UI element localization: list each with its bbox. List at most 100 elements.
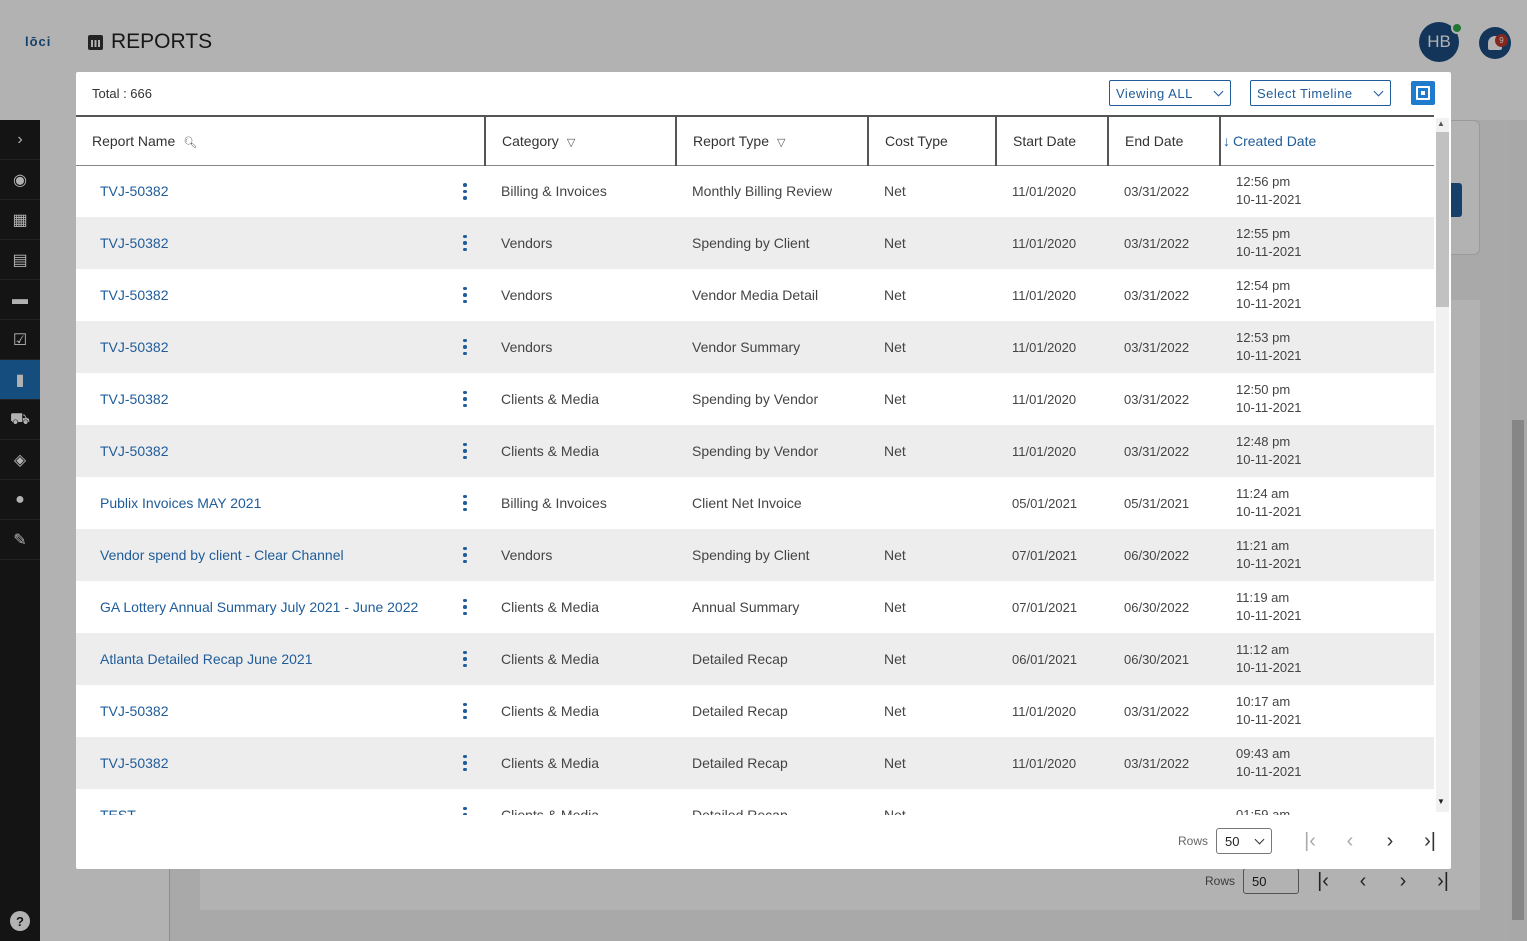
created-time: 11:21 am (1236, 538, 1290, 553)
collapse-fullscreen-button[interactable] (1411, 81, 1435, 105)
created-time: 11:12 am (1236, 642, 1290, 657)
table-scrollbar-thumb[interactable] (1436, 132, 1449, 307)
scroll-down-arrow-icon[interactable]: ▼ (1437, 797, 1445, 806)
chevron-down-icon (1254, 834, 1265, 844)
created-date: 10-11-2021 (1236, 712, 1302, 727)
report-type-cell: Spending by Client (676, 529, 868, 581)
end-date-cell: 03/31/2022 (1108, 217, 1220, 269)
filter-icon[interactable]: ▽ (777, 136, 785, 149)
first-page-button[interactable]: |‹ (1290, 828, 1330, 854)
prev-page-button[interactable]: ‹ (1330, 828, 1370, 854)
report-name-link[interactable]: TVJ-50382 (100, 755, 168, 771)
report-type-cell: Client Net Invoice (692, 495, 802, 511)
cost-type-cell: Net (868, 633, 996, 685)
more-options-icon[interactable] (455, 545, 475, 565)
more-options-icon[interactable] (455, 337, 475, 357)
more-options-icon[interactable] (455, 441, 475, 461)
column-end-date[interactable]: End Date (1108, 117, 1221, 166)
created-time: 10:17 am (1236, 694, 1291, 709)
report-name-link[interactable]: TVJ-50382 (100, 287, 168, 303)
filter-icon[interactable]: ▽ (567, 136, 575, 149)
more-options-icon[interactable] (455, 285, 475, 305)
more-options-icon[interactable] (455, 389, 475, 409)
created-date-cell: 11:24 am 10-11-2021 (1220, 477, 1434, 529)
more-options-icon[interactable] (455, 805, 475, 815)
report-name-link[interactable]: Atlanta Detailed Recap June 2021 (100, 651, 312, 667)
report-name-link[interactable]: Vendor spend by client - Clear Channel (100, 547, 344, 563)
more-options-icon[interactable] (455, 233, 475, 253)
end-date-cell: 06/30/2021 (1108, 633, 1220, 685)
start-date-cell: 11/01/2020 (1012, 391, 1077, 407)
more-options-icon[interactable] (455, 701, 475, 721)
start-date-cell: 07/01/2021 (996, 529, 1108, 581)
more-options-icon[interactable] (455, 597, 475, 617)
report-name-link[interactable]: TVJ-50382 (100, 339, 168, 355)
category-cell: Billing & Invoices (501, 495, 607, 511)
created-date: 10-11-2021 (1236, 608, 1302, 623)
search-icon[interactable]: 🔍︎ (183, 136, 197, 149)
created-time: 12:53 pm (1236, 330, 1291, 345)
start-date-cell: 11/01/2020 (996, 737, 1108, 789)
created-date-cell: 12:53 pm 10-11-2021 (1220, 321, 1434, 373)
report-name-cell: TVJ-50382 (76, 425, 485, 477)
scroll-up-arrow-icon[interactable]: ▲ (1437, 119, 1445, 128)
end-date-cell: 03/31/2022 (1124, 183, 1190, 199)
column-report-name[interactable]: Report Name 🔍︎ (76, 117, 486, 166)
report-name-link[interactable]: TVJ-50382 (100, 235, 168, 251)
cost-type-cell: Net (868, 217, 996, 269)
created-date: 10-11-2021 (1236, 452, 1302, 467)
category-cell: Clients & Media (485, 425, 676, 477)
column-report-type[interactable]: Report Type ▽ (676, 117, 869, 166)
chevron-down-icon (1213, 86, 1224, 96)
table-row: TVJ-50382 Vendors Vendor Summary Net 11/01/2… (76, 321, 1434, 373)
cost-type-cell: Net (884, 703, 906, 719)
table-row: GA Lottery Annual Summary July 2021 - Ju… (76, 581, 1434, 633)
table-row: TVJ-50382 Vendors Vendor Media Detail Net 11… (76, 269, 1434, 321)
report-name-link[interactable]: TVJ-50382 (100, 703, 168, 719)
table-row: TVJ-50382 Clients & Media Detailed Recap Ne… (76, 685, 1434, 737)
report-name-cell: TVJ-50382 (76, 737, 485, 789)
column-category[interactable]: Category ▽ (485, 117, 677, 166)
created-time: 12:54 pm (1236, 278, 1291, 293)
cost-type-cell: Net (884, 287, 906, 303)
report-name-cell: GA Lottery Annual Summary July 2021 - Ju… (76, 581, 485, 633)
more-options-icon[interactable] (455, 493, 475, 513)
next-page-button[interactable]: › (1370, 828, 1410, 854)
viewing-dropdown[interactable]: Viewing ALL (1109, 80, 1231, 106)
report-type-cell: Spending by Vendor (676, 425, 868, 477)
created-date: 10-11-2021 (1236, 192, 1302, 208)
chevron-down-icon (1373, 86, 1384, 96)
report-name-link[interactable]: TVJ-50382 (100, 183, 168, 199)
last-page-button[interactable]: ›| (1410, 828, 1450, 854)
end-date-cell: 06/30/2022 (1108, 529, 1220, 581)
created-date-cell: 12:50 pm 10-11-2021 (1220, 373, 1434, 425)
report-name-cell: TVJ-50382 (76, 165, 485, 217)
timeline-dropdown[interactable]: Select Timeline (1250, 80, 1391, 106)
report-name-link[interactable]: TEST (100, 807, 136, 815)
table-row: Atlanta Detailed Recap June 2021 Clients … (76, 633, 1434, 685)
column-created-date[interactable]: ↓ Created Date (1220, 117, 1434, 166)
more-options-icon[interactable] (455, 181, 475, 201)
created-date-cell: 12:54 pm 10-11-2021 (1220, 269, 1434, 321)
created-date: 10-11-2021 (1236, 296, 1302, 311)
report-name-link[interactable]: TVJ-50382 (100, 443, 168, 459)
report-name-link[interactable]: GA Lottery Annual Summary July 2021 - Ju… (100, 599, 418, 615)
table-row: Vendor spend by client - Clear Channel Ve… (76, 529, 1434, 581)
end-date-cell: 05/31/2021 (1124, 495, 1190, 511)
created-date-cell: 12:56 pm 10-11-2021 (1220, 165, 1434, 217)
report-name-cell: TVJ-50382 (76, 373, 485, 425)
column-start-date[interactable]: Start Date (996, 117, 1109, 166)
created-date: 10-11-2021 (1236, 764, 1302, 779)
table-row: TEST Clients & Media Detailed Recap Net 01:5… (76, 789, 1434, 815)
category-cell: Vendors (501, 287, 553, 303)
created-date: 10-11-2021 (1236, 244, 1302, 259)
rows-per-page-select[interactable]: 50 (1216, 828, 1273, 854)
more-options-icon[interactable] (455, 753, 475, 773)
more-options-icon[interactable] (455, 649, 475, 669)
report-name-link[interactable]: Publix Invoices MAY 2021 (100, 495, 261, 511)
column-cost-type[interactable]: Cost Type (868, 117, 997, 166)
end-date-cell: 03/31/2022 (1108, 737, 1220, 789)
rows-label: Rows (1178, 834, 1209, 848)
category-cell: Vendors (485, 529, 676, 581)
report-name-link[interactable]: TVJ-50382 (100, 391, 168, 407)
